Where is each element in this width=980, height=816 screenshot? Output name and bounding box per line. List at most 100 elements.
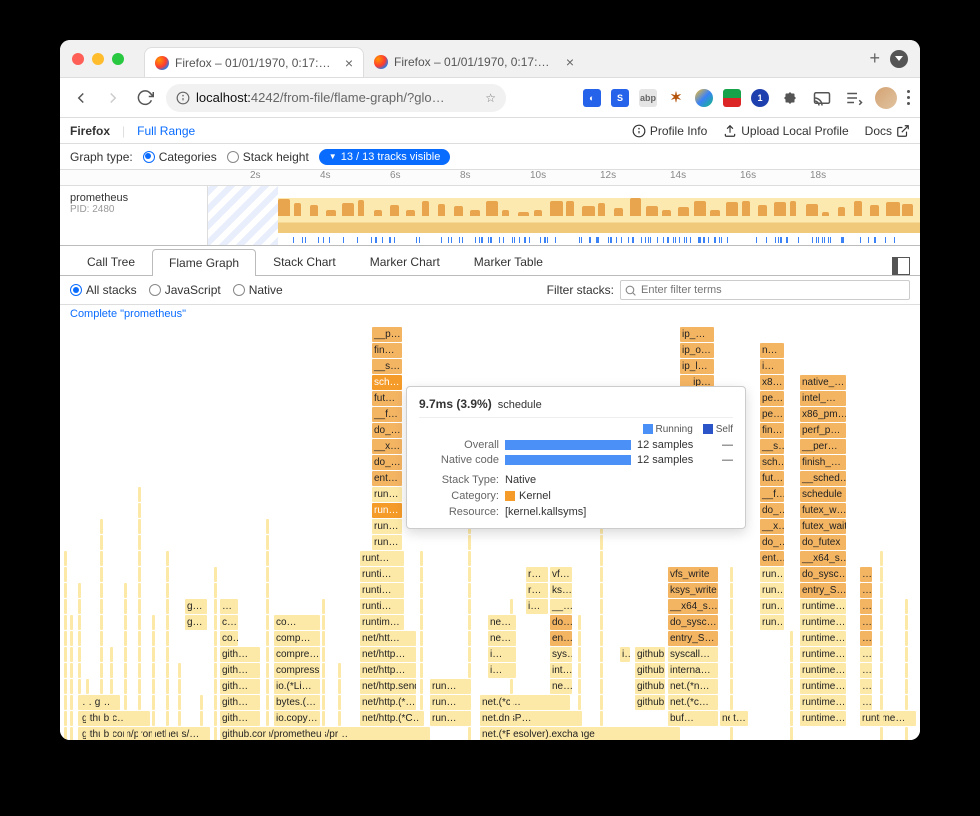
flame-cell[interactable] [578, 727, 581, 740]
flame-cell[interactable] [510, 711, 513, 726]
flame-cell[interactable]: runtime… [800, 599, 846, 614]
full-range-link[interactable]: Full Range [137, 124, 195, 138]
flame-cell[interactable] [322, 695, 325, 710]
radio-stack-height[interactable]: Stack height [227, 150, 309, 164]
flame-cell[interactable] [214, 631, 217, 646]
flame-cell[interactable] [64, 711, 67, 726]
flame-cell[interactable]: ks… [550, 583, 572, 598]
flame-cell[interactable] [468, 583, 471, 598]
flame-cell[interactable] [124, 663, 127, 678]
flame-cell[interactable] [600, 615, 603, 630]
flame-cell[interactable] [266, 551, 269, 566]
flame-cell[interactable] [510, 727, 513, 740]
flame-cell[interactable] [730, 679, 733, 694]
flame-cell[interactable] [110, 711, 113, 726]
flame-cell[interactable]: gith… [220, 679, 260, 694]
tab-close-button[interactable]: × [345, 55, 353, 71]
flame-cell[interactable] [420, 695, 423, 710]
flame-cell[interactable]: entry_S… [800, 583, 846, 598]
flame-cell[interactable]: buf… [668, 711, 718, 726]
flame-cell[interactable] [322, 631, 325, 646]
flame-cell[interactable]: pe… [760, 407, 784, 422]
flame-cell[interactable]: runt… [360, 551, 404, 566]
flame-cell[interactable]: interna… [668, 663, 718, 678]
flame-cell[interactable] [730, 711, 733, 726]
flame-cell[interactable] [86, 695, 89, 710]
browser-tab[interactable]: Firefox – 01/01/1970, 0:17:03 U× [364, 47, 584, 77]
flame-cell[interactable] [420, 615, 423, 630]
profile-avatar[interactable] [875, 87, 897, 109]
flame-cell[interactable]: net.(*c… [668, 695, 718, 710]
flame-cell[interactable] [100, 615, 103, 630]
tab-close-button[interactable]: × [566, 54, 574, 70]
reading-list-icon[interactable] [843, 87, 865, 109]
flame-cell[interactable]: __f… [760, 487, 784, 502]
flame-cell[interactable]: en… [550, 631, 572, 646]
flame-cell[interactable] [266, 583, 269, 598]
flame-cell[interactable]: … [860, 679, 872, 694]
flame-cell[interactable] [420, 711, 423, 726]
track-body[interactable] [208, 186, 920, 245]
flame-cell[interactable] [100, 551, 103, 566]
flame-cell[interactable]: ne… [550, 679, 572, 694]
flame-cell[interactable]: github… [635, 679, 665, 694]
flame-cell[interactable]: schedule [800, 487, 846, 502]
extension-icon[interactable]: S [611, 89, 629, 107]
flame-cell[interactable]: net… [720, 711, 748, 726]
flame-cell[interactable] [578, 711, 581, 726]
flame-cell[interactable] [214, 583, 217, 598]
flame-cell[interactable]: run… [430, 695, 470, 710]
flame-cell[interactable] [64, 551, 67, 566]
flame-cell[interactable]: … [220, 599, 238, 614]
flame-cell[interactable] [266, 679, 269, 694]
bookmark-star-icon[interactable]: ☆ [485, 91, 496, 105]
flame-cell[interactable] [578, 663, 581, 678]
flame-cell[interactable] [905, 615, 908, 630]
flame-cell[interactable] [600, 727, 603, 740]
profile-info-button[interactable]: Profile Info [632, 124, 707, 138]
flame-cell[interactable]: … [860, 647, 872, 662]
flame-cell[interactable] [138, 583, 141, 598]
flame-cell[interactable] [790, 663, 793, 678]
panel-tab-marker-chart[interactable]: Marker Chart [353, 248, 457, 275]
flame-cell[interactable] [600, 711, 603, 726]
flame-cell[interactable] [510, 615, 513, 630]
flame-cell[interactable] [266, 615, 269, 630]
flame-cell[interactable]: net/http.(*C… [360, 711, 424, 726]
flame-cell[interactable]: run… [760, 567, 784, 582]
flame-cell[interactable] [905, 647, 908, 662]
flame-cell[interactable]: x86_pm… [800, 407, 846, 422]
flame-cell[interactable]: fut… [372, 391, 402, 406]
flame-cell[interactable] [78, 631, 81, 646]
flame-cell[interactable] [124, 711, 127, 726]
flame-cell[interactable]: io.(*Li… [274, 679, 320, 694]
flame-cell[interactable] [64, 679, 67, 694]
flame-cell[interactable] [64, 583, 67, 598]
flame-cell[interactable] [100, 519, 103, 534]
flame-cell[interactable]: fin… [372, 343, 402, 358]
flame-cell[interactable]: ent… [372, 471, 402, 486]
flame-cell[interactable]: __s… [760, 439, 784, 454]
flame-cell[interactable] [730, 631, 733, 646]
flame-cell[interactable] [166, 727, 169, 740]
flame-cell[interactable] [64, 663, 67, 678]
flame-cell[interactable]: entry_S… [668, 631, 718, 646]
flame-cell[interactable]: fut… [760, 471, 784, 486]
flame-cell[interactable]: gith… [220, 711, 260, 726]
flame-cell[interactable] [510, 679, 513, 694]
flame-cell[interactable]: fin… [760, 423, 784, 438]
flame-cell[interactable] [100, 647, 103, 662]
flame-cell[interactable]: gith… [220, 663, 260, 678]
flame-cell[interactable]: futex_wait [800, 519, 846, 534]
flame-cell[interactable]: futex_w… [800, 503, 846, 518]
flame-cell[interactable] [64, 631, 67, 646]
flame-cell[interactable] [600, 679, 603, 694]
flame-cell[interactable] [322, 615, 325, 630]
flame-cell[interactable] [100, 567, 103, 582]
flame-cell[interactable] [880, 567, 883, 582]
flame-cell[interactable] [905, 631, 908, 646]
flame-cell[interactable] [510, 663, 513, 678]
flame-cell[interactable] [468, 647, 471, 662]
flame-cell[interactable] [905, 599, 908, 614]
flame-cell[interactable] [600, 599, 603, 614]
